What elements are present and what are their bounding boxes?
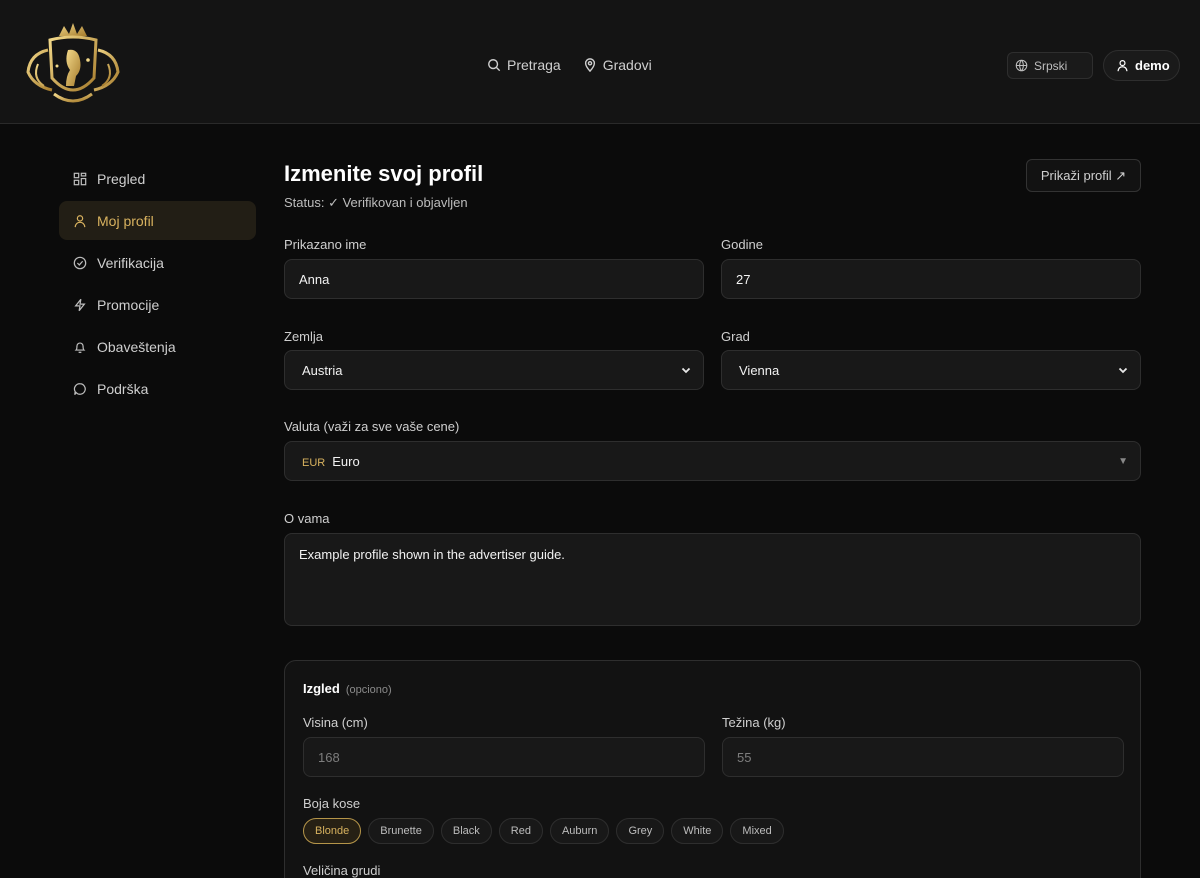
sidebar-item-label: Obaveštenja: [97, 338, 176, 355]
nav-cities-label: Gradovi: [602, 57, 652, 73]
city-value: Vienna: [739, 362, 780, 378]
country-label: Zemlja: [284, 329, 324, 344]
age-label: Godine: [721, 237, 763, 252]
check-circle-icon: [73, 256, 87, 269]
sidebar-item-label: Promocije: [97, 296, 160, 313]
sidebar-item-notifications[interactable]: Obaveštenja: [59, 327, 256, 366]
nav-cities[interactable]: Gradovi: [583, 57, 652, 73]
sidebar-item-my-profile[interactable]: Moj profil: [59, 201, 256, 240]
user-name: demo: [1135, 58, 1170, 73]
profile-editor: Izmenite svoj profil Status: ✓ Verifikov…: [284, 159, 1141, 878]
chevron-down-icon: [681, 367, 691, 374]
city-label: Grad: [721, 329, 750, 344]
grid-icon: [73, 172, 87, 185]
bell-icon: [74, 342, 86, 353]
language-label: Srpski: [1034, 58, 1068, 73]
main-nav: Pretraga Gradovi: [487, 57, 652, 73]
search-icon: [488, 59, 501, 72]
hair-chip-mixed[interactable]: Mixed: [730, 818, 784, 844]
user-icon: [74, 214, 86, 227]
show-profile-button[interactable]: Prikaži profil ↗: [1026, 159, 1141, 192]
hair-chip-black[interactable]: Black: [440, 818, 492, 844]
hair-chip-grey[interactable]: Grey: [616, 818, 665, 844]
top-header: Pretraga Gradovi Srpski demo: [0, 0, 1200, 124]
weight-label: Težina (kg): [722, 715, 786, 730]
age-input[interactable]: 27: [721, 259, 1141, 299]
country-select[interactable]: Austria: [284, 350, 704, 390]
height-label: Visina (cm): [303, 715, 368, 730]
sidebar-item-label: Moj profil: [97, 212, 154, 229]
hair-chip-brunette[interactable]: Brunette: [368, 818, 434, 844]
hair-color-label: Boja kose: [303, 796, 361, 811]
currency-label: Valuta (važi za sve vaše cene): [284, 419, 460, 434]
display-name-input[interactable]: Anna: [284, 259, 704, 299]
display-name-label: Prikazano ime: [284, 237, 367, 252]
sidebar-item-support[interactable]: Podrška: [59, 369, 256, 408]
appearance-title: Izgled (opciono): [303, 681, 392, 696]
user-icon: [1117, 60, 1128, 72]
hair-chip-blonde[interactable]: Blonde: [303, 818, 362, 844]
chevron-down-icon: [1118, 367, 1128, 374]
page-title: Izmenite svoj profil: [284, 161, 484, 186]
dropdown-triangle-icon: ▼: [1118, 455, 1128, 467]
hair-chip-auburn[interactable]: Auburn: [549, 818, 610, 844]
weight-input[interactable]: 55: [722, 737, 1124, 777]
bust-size-label: Veličina grudi: [303, 863, 381, 878]
hair-color-options: Blonde Brunette Black Red Auburn Grey Wh…: [303, 818, 784, 844]
about-label: O vama: [284, 511, 330, 526]
appearance-title-text: Izgled: [303, 681, 340, 696]
sidebar-item-label: Pregled: [97, 170, 146, 187]
status-text: Status: ✓ Verifikovan i objavljen: [284, 195, 468, 210]
currency-value: Euro: [332, 453, 360, 469]
hair-chip-white[interactable]: White: [671, 818, 724, 844]
sidebar: Pregled Moj profil Verifikacija Promocij…: [59, 159, 256, 411]
about-textarea[interactable]: Example profile shown in the advertiser …: [284, 533, 1141, 626]
currency-select[interactable]: EUR Euro ▼: [284, 441, 1141, 481]
hair-chip-red[interactable]: Red: [498, 818, 543, 844]
globe-icon: [1015, 59, 1028, 72]
sidebar-item-label: Verifikacija: [97, 254, 164, 271]
optional-note: (opciono): [345, 684, 392, 696]
logo-crest-icon[interactable]: [24, 20, 122, 112]
height-input[interactable]: 168: [303, 737, 705, 777]
sidebar-item-verification[interactable]: Verifikacija: [59, 243, 256, 282]
currency-display: EUR Euro: [302, 454, 360, 469]
sidebar-item-promotions[interactable]: Promocije: [59, 285, 256, 324]
language-selector[interactable]: Srpski: [1007, 52, 1093, 79]
chat-icon: [73, 382, 86, 395]
country-value: Austria: [302, 362, 343, 378]
sidebar-item-label: Podrška: [97, 380, 149, 397]
currency-code: EUR: [302, 456, 326, 469]
map-pin-icon: [584, 58, 595, 72]
nav-search[interactable]: Pretraga: [487, 57, 561, 73]
user-menu-button[interactable]: demo: [1103, 50, 1180, 81]
sidebar-item-overview[interactable]: Pregled: [59, 159, 256, 198]
lightning-icon: [74, 298, 86, 311]
nav-search-label: Pretraga: [507, 57, 561, 73]
city-select[interactable]: Vienna: [721, 350, 1141, 390]
appearance-card: Izgled (opciono) Visina (cm) 168 Težina (…: [284, 660, 1141, 878]
